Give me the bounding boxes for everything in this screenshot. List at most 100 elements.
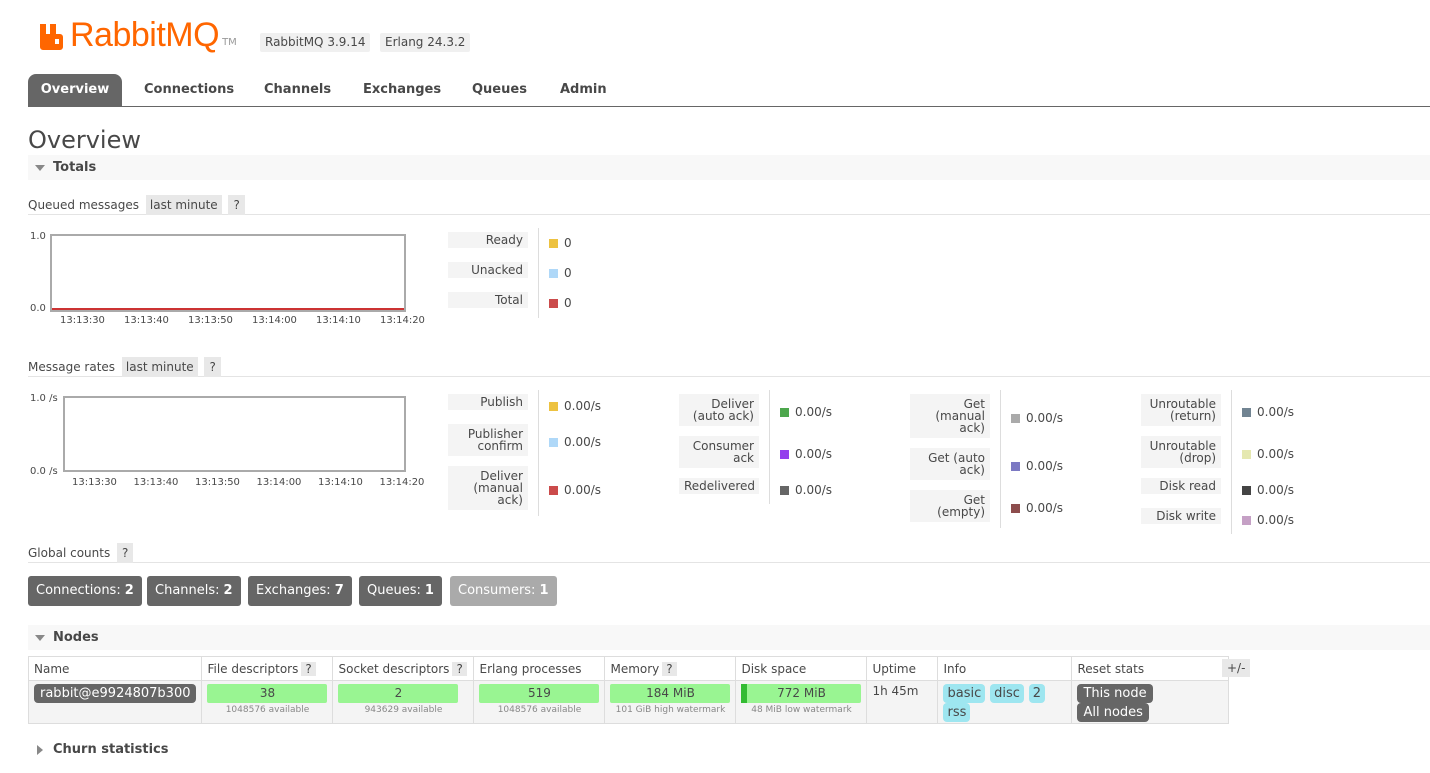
x-tick-label: 13:14:00 bbox=[256, 477, 302, 488]
legend-ready-label: Ready bbox=[448, 232, 528, 249]
global-counts-label: Global counts bbox=[28, 546, 111, 560]
churn-heading: Churn statistics bbox=[53, 742, 169, 757]
col-info: Info bbox=[937, 656, 1073, 681]
rabbitmq-version-badge: RabbitMQ 3.9.14 bbox=[260, 33, 371, 52]
legend-unroutable-drop-label: Unroutable (drop) bbox=[1141, 436, 1221, 469]
columns-toggle-button[interactable]: +/- bbox=[1222, 659, 1251, 677]
unacked-swatch bbox=[549, 269, 558, 278]
tab-admin[interactable]: Admin bbox=[560, 74, 607, 106]
node-name-cell: rabbit@e9924807b300 bbox=[27, 680, 203, 724]
procs-available: 1048576 available bbox=[497, 705, 582, 715]
get-auto-swatch bbox=[1011, 462, 1020, 471]
tab-exchanges[interactable]: Exchanges bbox=[363, 74, 441, 106]
channels-count-button[interactable]: Channels: 2 bbox=[147, 576, 241, 606]
col-erlang-processes: Erlang processes bbox=[473, 656, 606, 681]
churn-section-toggle[interactable]: Churn statistics bbox=[28, 737, 1430, 762]
totals-section-toggle[interactable]: Totals bbox=[28, 155, 1430, 180]
rates-col4-divider bbox=[1231, 390, 1232, 534]
queued-y-bottom-label: 0.0 bbox=[30, 303, 46, 314]
legend-unacked-label: Unacked bbox=[448, 262, 528, 279]
x-tick-label: 13:13:50 bbox=[188, 315, 233, 326]
rates-help-button[interactable]: ? bbox=[204, 357, 221, 377]
collapse-triangle-icon bbox=[35, 165, 45, 171]
exchanges-count-button[interactable]: Exchanges: 7 bbox=[248, 576, 352, 606]
queued-help-button[interactable]: ? bbox=[228, 195, 245, 215]
legend-deliver-auto-value: 0.00/s bbox=[780, 406, 832, 418]
info-tag-count: 2 bbox=[1028, 684, 1045, 703]
col-reset-stats: Reset stats bbox=[1071, 656, 1230, 681]
tab-queues[interactable]: Queues bbox=[472, 74, 527, 106]
unroutable-return-swatch bbox=[1242, 408, 1251, 417]
legend-disk-read-label: Disk read bbox=[1141, 478, 1221, 495]
disk-bar: 772 MiB bbox=[741, 684, 862, 703]
fd-help-button[interactable]: ? bbox=[301, 661, 316, 676]
info-tag-rss: rss bbox=[943, 703, 971, 722]
info-tag-disc: disc bbox=[990, 684, 1024, 703]
tab-connections[interactable]: Connections bbox=[144, 74, 234, 106]
legend-get-manual-value: 0.00/s bbox=[1011, 412, 1063, 424]
table-row: rabbit@e9924807b300 38 1048576 available … bbox=[27, 680, 1230, 724]
queued-series-line bbox=[52, 308, 404, 310]
main-nav-tabs: Overview Connections Channels Exchanges … bbox=[28, 74, 1430, 107]
sockets-cell: 2 943629 available bbox=[332, 680, 475, 724]
legend-get-empty-label: Get (empty) bbox=[910, 490, 990, 523]
legend-publish-label: Publish bbox=[448, 394, 528, 411]
consumer-ack-swatch bbox=[780, 450, 789, 459]
node-name-link[interactable]: rabbit@e9924807b300 bbox=[34, 684, 197, 703]
legend-get-empty-value: 0.00/s bbox=[1011, 502, 1063, 514]
rabbitmq-logo[interactable]: RabbitMQ TM bbox=[38, 16, 237, 52]
sockets-bar: 2 bbox=[338, 684, 459, 703]
legend-get-auto-value: 0.00/s bbox=[1011, 460, 1063, 472]
x-tick-label: 13:13:30 bbox=[72, 477, 117, 488]
legend-publisher-confirm-value: 0.00/s bbox=[549, 436, 601, 448]
queues-count-button[interactable]: Queues: 1 bbox=[359, 576, 442, 606]
legend-deliver-auto-label: Deliver (auto ack) bbox=[679, 394, 759, 427]
x-tick-label: 13:14:20 bbox=[379, 477, 425, 488]
deliver-manual-swatch bbox=[549, 486, 558, 495]
legend-disk-write-value: 0.00/s bbox=[1242, 514, 1294, 526]
rates-range-selector[interactable]: last minute bbox=[121, 357, 198, 377]
legend-redelivered-label: Redelivered bbox=[679, 478, 759, 495]
legend-disk-read-value: 0.00/s bbox=[1242, 484, 1294, 496]
memory-help-button[interactable]: ? bbox=[662, 661, 677, 676]
rabbit-logo-icon bbox=[38, 22, 66, 50]
connections-count-button[interactable]: Connections: 2 bbox=[28, 576, 142, 606]
ready-swatch bbox=[549, 239, 558, 248]
col-uptime: Uptime bbox=[866, 656, 939, 681]
disk-bar-mark bbox=[741, 684, 748, 703]
logo-trademark: TM bbox=[222, 37, 237, 48]
fd-available: 1048576 available bbox=[225, 705, 310, 715]
legend-total-value: 0 bbox=[549, 297, 572, 309]
legend-disk-write-label: Disk write bbox=[1141, 508, 1221, 525]
rates-col1-divider bbox=[538, 390, 539, 516]
tab-overview[interactable]: Overview bbox=[28, 74, 122, 106]
publisher-confirm-swatch bbox=[549, 438, 558, 447]
global-counts-help-button[interactable]: ? bbox=[117, 543, 134, 563]
x-tick-label: 13:13:40 bbox=[133, 477, 179, 488]
nodes-heading: Nodes bbox=[53, 630, 99, 645]
reset-this-node-button[interactable]: This node bbox=[1077, 684, 1153, 703]
message-rates-header: Message rates last minute ? bbox=[28, 357, 1430, 377]
queued-range-selector[interactable]: last minute bbox=[145, 195, 222, 215]
procs-bar: 519 bbox=[479, 684, 600, 703]
queued-y-top-label: 1.0 bbox=[30, 231, 46, 242]
uptime-value: 1h 45m bbox=[872, 684, 919, 698]
get-empty-swatch bbox=[1011, 504, 1020, 513]
tab-channels[interactable]: Channels bbox=[264, 74, 331, 106]
message-rates-chart bbox=[63, 396, 406, 472]
nodes-section-toggle[interactable]: Nodes bbox=[28, 625, 1430, 650]
total-swatch bbox=[549, 299, 558, 308]
sockets-help-button[interactable]: ? bbox=[452, 661, 467, 676]
publish-swatch bbox=[549, 402, 558, 411]
info-cell: basic disc 2 rss bbox=[937, 680, 1073, 724]
queued-messages-chart bbox=[50, 234, 406, 312]
col-name: Name bbox=[27, 656, 203, 681]
x-tick-label: 13:14:20 bbox=[380, 315, 425, 326]
reset-all-nodes-button[interactable]: All nodes bbox=[1077, 703, 1149, 722]
rates-col2-divider bbox=[769, 390, 770, 504]
deliver-auto-swatch bbox=[780, 408, 789, 417]
info-tag-basic: basic bbox=[943, 684, 986, 703]
legend-publish-value: 0.00/s bbox=[549, 400, 601, 412]
queued-messages-header: Queued messages last minute ? bbox=[28, 195, 1430, 215]
consumers-count-button[interactable]: Consumers: 1 bbox=[450, 576, 557, 606]
